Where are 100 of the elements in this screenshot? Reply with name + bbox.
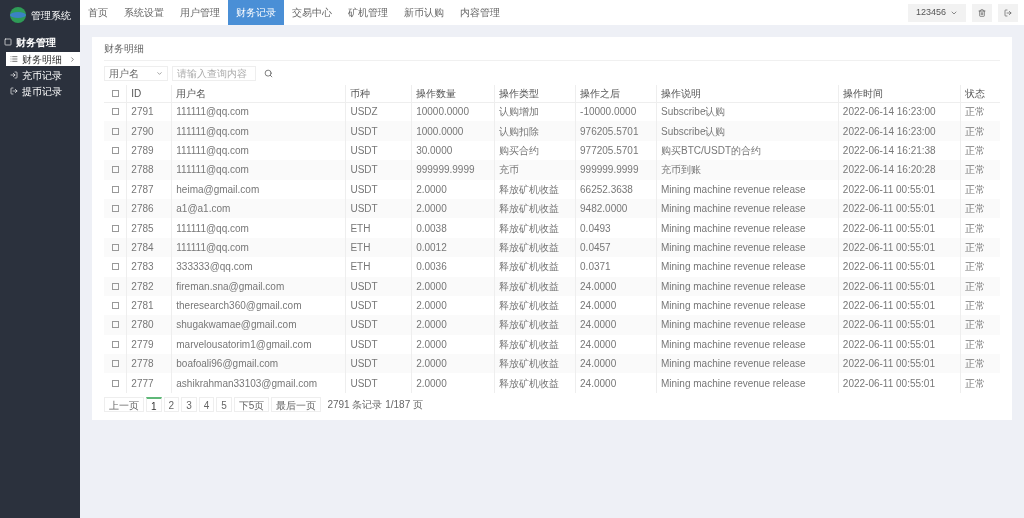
table-cell: 正常	[960, 121, 1000, 141]
row-checkbox[interactable]	[111, 224, 119, 232]
table-cell: ashikrahman33103@gmail.com	[171, 373, 346, 393]
table-cell: 正常	[960, 276, 1000, 296]
table-cell: 111111@qq.com	[171, 237, 346, 258]
table-cell: 正常	[960, 198, 1000, 219]
nav-tab[interactable]: 系统设置	[116, 0, 172, 25]
row-checkbox[interactable]	[111, 108, 119, 116]
column-header: ID	[126, 85, 172, 102]
page-button[interactable]: 下5页	[233, 396, 270, 412]
table-cell: 2785	[126, 218, 172, 238]
table-cell: 2022-06-11 00:55:01	[838, 218, 961, 238]
sidebar-item[interactable]: 提币记录	[6, 84, 80, 98]
table-cell: 正常	[960, 257, 1000, 277]
row-checkbox[interactable]	[111, 340, 119, 348]
row-checkbox[interactable]	[111, 185, 119, 193]
page-button[interactable]: 5	[216, 396, 232, 412]
user-dropdown[interactable]: 123456	[907, 3, 966, 22]
table-cell: 2786	[126, 198, 172, 219]
table-cell: Mining machine revenue release	[656, 218, 839, 238]
table-cell: 充币到账	[656, 160, 839, 180]
row-checkbox[interactable]	[111, 127, 119, 135]
sidebar-item[interactable]: 财务明细	[6, 52, 80, 66]
table-cell: Mining machine revenue release	[656, 257, 839, 277]
search-icon	[263, 68, 273, 78]
table-cell: 2783	[126, 257, 172, 277]
page-button[interactable]: 最后一页	[271, 396, 322, 412]
search-field-select[interactable]: 用户名	[104, 65, 168, 81]
delete-button[interactable]	[972, 3, 992, 22]
row-checkbox[interactable]	[111, 243, 119, 251]
table-cell: 释放矿机收益	[494, 257, 576, 277]
table-cell: 2022-06-11 00:55:01	[838, 276, 961, 296]
page-button[interactable]: 上一页	[104, 396, 144, 412]
column-header: 状态	[960, 85, 1000, 102]
table-cell: 1000.0000	[411, 121, 495, 141]
column-header: 操作之后	[575, 85, 657, 102]
row-checkbox[interactable]	[111, 282, 119, 290]
table-cell: 0.0038	[411, 218, 495, 238]
table-cell: 2.0000	[411, 315, 495, 335]
table-cell: 333333@qq.com	[171, 257, 346, 277]
row-checkbox[interactable]	[111, 205, 119, 213]
page-button[interactable]: 3	[181, 396, 197, 412]
table-cell: 2022-06-11 00:55:01	[838, 373, 961, 393]
table-cell: 2780	[126, 315, 172, 335]
table-cell: USDT	[345, 276, 412, 296]
table-cell: shugakwamae@gmail.com	[171, 315, 346, 335]
table-cell: USDT	[345, 198, 412, 219]
table-cell: 充币	[494, 160, 576, 180]
row-checkbox[interactable]	[111, 302, 119, 310]
row-checkbox[interactable]	[111, 379, 119, 387]
nav-tab[interactable]: 交易中心	[284, 0, 340, 25]
page-button[interactable]: 4	[198, 396, 215, 412]
table-cell: 释放矿机收益	[494, 198, 576, 219]
row-checkbox[interactable]	[111, 146, 119, 154]
table-cell: 2.0000	[411, 354, 495, 374]
globe-logo-icon	[9, 6, 27, 24]
row-checkbox[interactable]	[111, 166, 119, 174]
table-cell: 2.0000	[411, 179, 495, 199]
row-checkbox[interactable]	[111, 321, 119, 329]
menu-group-icon	[4, 38, 12, 46]
nav-tab[interactable]: 财务记录	[228, 0, 284, 25]
table-cell: 释放矿机收益	[494, 354, 576, 374]
trash-icon	[978, 8, 986, 17]
table-cell: 2.0000	[411, 198, 495, 219]
table-cell: 976205.5701	[575, 121, 657, 141]
table-cell: USDT	[345, 179, 412, 199]
logout-button[interactable]	[998, 3, 1018, 22]
table-cell: 0.0457	[575, 237, 657, 258]
table-cell: 正常	[960, 373, 1000, 393]
table-cell: 释放矿机收益	[494, 237, 576, 258]
table-cell: Mining machine revenue release	[656, 315, 839, 335]
table-cell: 2022-06-11 00:55:01	[838, 315, 961, 335]
column-header: 币种	[345, 85, 412, 102]
table-cell: ETH	[345, 237, 412, 258]
sidebar-item[interactable]: 充币记录	[6, 68, 80, 82]
column-header: 操作时间	[838, 85, 961, 102]
select-all-checkbox[interactable]	[111, 89, 119, 97]
table-cell: 24.0000	[575, 276, 657, 296]
list-icon	[10, 55, 18, 63]
page-button[interactable]: 1	[146, 396, 162, 412]
table-cell: Mining machine revenue release	[656, 354, 839, 374]
search-field[interactable]: 请输入查询内容	[172, 65, 256, 81]
row-checkbox[interactable]	[111, 360, 119, 368]
table-cell: a1@a1.com	[171, 198, 346, 219]
table-cell: 2787	[126, 179, 172, 199]
table-cell: 24.0000	[575, 373, 657, 393]
page-button[interactable]: 2	[163, 396, 180, 412]
table-cell: 释放矿机收益	[494, 373, 576, 393]
table-cell: 2790	[126, 121, 172, 141]
nav-tab[interactable]: 内容管理	[452, 0, 508, 25]
nav-tab[interactable]: 新币认购	[396, 0, 452, 25]
nav-tab[interactable]: 矿机管理	[340, 0, 396, 25]
table-cell: USDT	[345, 315, 412, 335]
nav-tab[interactable]: 用户管理	[172, 0, 228, 25]
table-cell: 2784	[126, 237, 172, 258]
table-cell: 24.0000	[575, 354, 657, 374]
row-checkbox[interactable]	[111, 263, 119, 271]
sign-out-icon	[10, 87, 18, 95]
nav-tab[interactable]: 首页	[80, 0, 116, 25]
table-cell: 2022-06-11 00:55:01	[838, 237, 961, 258]
